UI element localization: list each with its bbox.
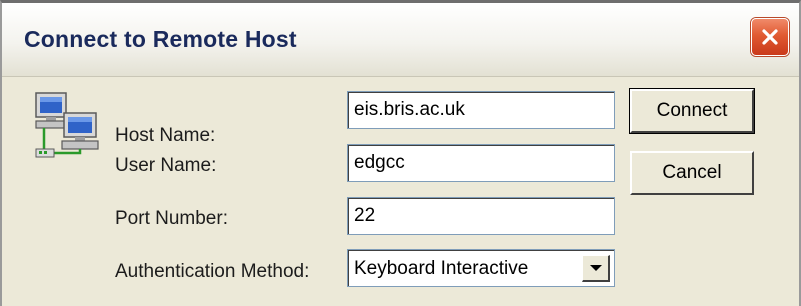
dropdown-button[interactable] bbox=[582, 255, 610, 282]
title-bar: Connect to Remote Host bbox=[2, 3, 799, 77]
user-name-input[interactable] bbox=[347, 144, 615, 182]
port-number-label: Port Number: bbox=[115, 208, 228, 229]
networked-computers-icon bbox=[35, 92, 99, 158]
host-name-label: Host Name: bbox=[115, 125, 216, 146]
port-number-input[interactable] bbox=[347, 197, 615, 235]
chevron-down-icon bbox=[589, 265, 602, 271]
user-name-label: User Name: bbox=[115, 155, 217, 176]
close-button[interactable] bbox=[751, 18, 789, 56]
connect-dialog: Connect to Remote Host Host Name: User N… bbox=[0, 0, 801, 306]
dialog-title: Connect to Remote Host bbox=[24, 26, 297, 52]
auth-method-value: Keyboard Interactive bbox=[354, 258, 529, 279]
cancel-button[interactable]: Cancel bbox=[630, 151, 754, 195]
auth-method-select[interactable]: Keyboard Interactive bbox=[347, 249, 615, 287]
connect-button[interactable]: Connect bbox=[629, 88, 755, 134]
host-name-input[interactable] bbox=[347, 91, 615, 129]
close-icon bbox=[762, 29, 778, 45]
auth-method-label: Authentication Method: bbox=[115, 261, 310, 282]
